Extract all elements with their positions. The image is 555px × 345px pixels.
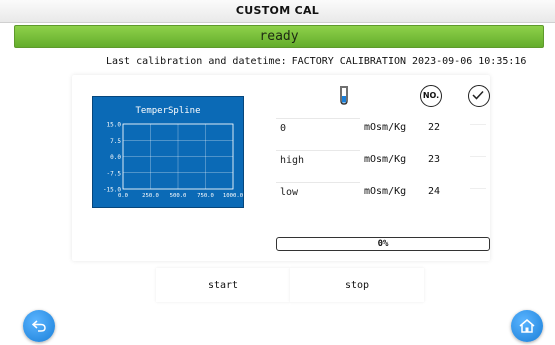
y-tick-label: 7.5 [110,138,121,145]
stop-button[interactable]: stop [290,268,424,302]
last-calibration-value: FACTORY CALIBRATION 2023-09-06 10:35:16 [291,56,527,67]
standard-value-field[interactable]: 0 [276,118,360,139]
vial-header [274,84,414,108]
x-tick-label: 1000.0 [223,193,243,199]
chart-title: TemperSpline [135,106,200,116]
calibration-row: 0 mOsm/Kg 22 [276,118,496,140]
number-icon: NO. [420,85,442,107]
x-tick-label: 750.0 [197,193,214,199]
status-bar: ready [14,25,544,48]
standard-value-field[interactable]: low [276,182,360,203]
home-icon [519,319,535,333]
calibration-row: low mOsm/Kg 24 [276,182,496,204]
x-tick-label: 0.0 [118,193,128,199]
chart-svg: TemperSpline 15.07.50.0-7.5-15.00.0 250.0… [103,106,243,199]
progress-bar: 0% [276,237,490,251]
row-check-cell [470,156,486,165]
calibration-row: high mOsm/Kg 23 [276,150,496,172]
y-tick-label: -7.5 [107,170,122,177]
home-button[interactable] [511,310,543,342]
row-number: 24 [428,186,441,197]
row-number: 23 [428,154,441,165]
row-check-cell [470,124,486,133]
unit-label: mOsm/Kg [364,122,407,133]
window-title: CUSTOM CAL [0,0,555,23]
y-tick-label: 15.0 [107,122,122,129]
row-number: 22 [428,122,441,133]
x-tick-label: 500.0 [170,193,187,199]
progress-label: 0% [377,239,389,249]
back-arrow-icon [31,320,46,332]
test-tube-icon [340,86,348,105]
last-calibration-label: Last calibration and datetime: [106,56,287,67]
last-calibration: Last calibration and datetime: FACTORY CA… [106,56,526,67]
x-tick-label: 250.0 [142,193,159,199]
standard-value-field[interactable]: high [276,150,360,171]
start-button[interactable]: start [156,268,290,302]
row-check-cell [470,188,486,197]
y-tick-label: 0.0 [110,154,121,161]
back-button[interactable] [23,310,55,342]
unit-label: mOsm/Kg [364,186,407,197]
temper-spline-chart: TemperSpline 15.0 7.5 0.0 -7.5 -15.0 0.0 250.0… [92,96,244,208]
check-circle-icon [468,85,490,107]
unit-label: mOsm/Kg [364,154,407,165]
